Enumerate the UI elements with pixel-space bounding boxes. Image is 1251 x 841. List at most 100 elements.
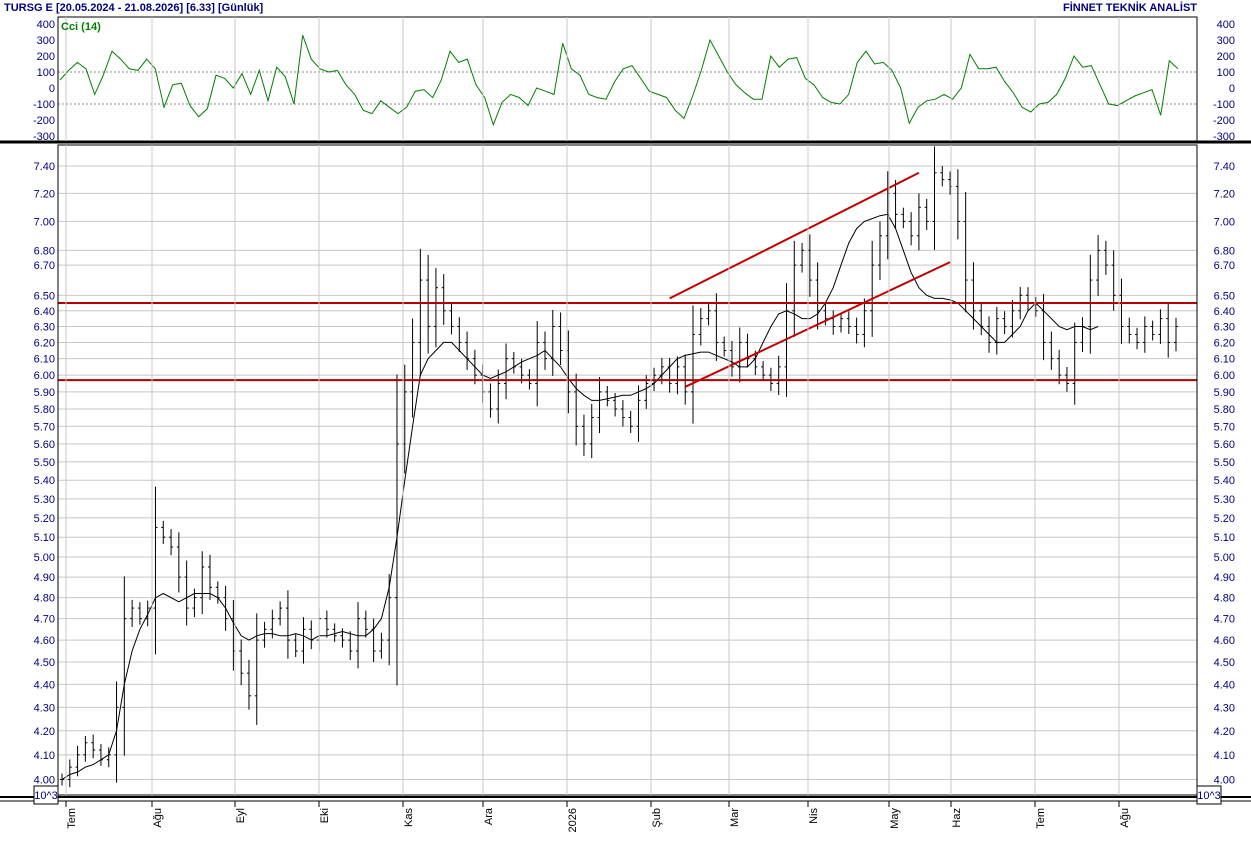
- price-y-tick-right: 4.40: [1214, 679, 1235, 691]
- price-y-tick-right: 4.30: [1214, 702, 1235, 714]
- price-y-tick-right: 4.80: [1214, 593, 1235, 605]
- price-y-tick-left: 5.10: [34, 532, 55, 544]
- price-y-tick-left: 5.90: [34, 387, 55, 399]
- price-y-tick-right: 6.50: [1214, 290, 1235, 302]
- x-axis-label: Şub: [651, 808, 663, 828]
- x-axis-label: Ağu: [152, 808, 164, 828]
- price-y-tick-left: 6.00: [34, 370, 55, 382]
- cci-y-tick-right: 100: [1217, 67, 1235, 79]
- price-y-tick-right: 5.00: [1214, 552, 1235, 564]
- x-axis-label: Tem: [66, 808, 78, 829]
- x-axis-label: Kas: [403, 808, 415, 827]
- price-y-tick-left: 6.30: [34, 321, 55, 333]
- price-y-tick-left: 4.10: [34, 750, 55, 762]
- x-axis-label: Tem: [1035, 808, 1047, 829]
- price-y-tick-left: 7.20: [34, 188, 55, 200]
- price-y-tick-right: 6.70: [1214, 260, 1235, 272]
- price-y-tick-right: 5.10: [1214, 532, 1235, 544]
- price-y-tick-left: 6.20: [34, 337, 55, 349]
- x-axis-label: Eki: [319, 808, 331, 823]
- price-y-tick-right: 6.80: [1214, 245, 1235, 257]
- price-y-tick-right: 6.30: [1214, 321, 1235, 333]
- volume-axis-label-right: 10^3: [1197, 790, 1221, 802]
- x-axis-label: Nis: [808, 808, 820, 824]
- price-y-tick-left: 5.60: [34, 439, 55, 451]
- price-y-tick-left: 4.90: [34, 572, 55, 584]
- price-y-tick-left: 4.50: [34, 657, 55, 669]
- price-y-tick-left: 5.80: [34, 404, 55, 416]
- price-y-tick-right: 4.70: [1214, 614, 1235, 626]
- price-y-tick-left: 4.80: [34, 593, 55, 605]
- cci-y-tick-left: 100: [37, 67, 55, 79]
- cci-frame: [57, 16, 1198, 142]
- price-y-tick-right: 4.60: [1214, 635, 1235, 647]
- cci-y-tick-right: 200: [1217, 51, 1235, 63]
- price-y-tick-left: 6.50: [34, 290, 55, 302]
- price-y-tick-left: 5.20: [34, 513, 55, 525]
- price-panel: 7.40 7.40 7.20 7.20 7.00 7.00 6.80 6.80 6.70 6.70…: [34, 146, 1235, 788]
- x-axis-label: Haz: [951, 808, 963, 828]
- price-y-tick-right: 6.40: [1214, 306, 1235, 318]
- price-y-tick-right: 7.00: [1214, 216, 1235, 228]
- x-axis-label: Ağu: [1119, 808, 1131, 828]
- x-axis: Tem Ağu Eyl Eki Kas Ara 2026 Şub Mar Nis May Haz Tem…: [65, 801, 1131, 832]
- price-y-tick-left: 6.80: [34, 245, 55, 257]
- price-y-tick-left: 4.20: [34, 726, 55, 738]
- price-y-tick-right: 5.40: [1214, 475, 1235, 487]
- price-y-tick-right: 6.20: [1214, 337, 1235, 349]
- price-frame: [57, 144, 1198, 796]
- price-y-tick-right: 4.10: [1214, 750, 1235, 762]
- price-y-tick-left: 4.60: [34, 635, 55, 647]
- price-y-tick-right: 4.90: [1214, 572, 1235, 584]
- price-y-tick-left: 4.30: [34, 702, 55, 714]
- cci-panel: 400 400 300 300 200 200 100 100 0 0 -100 -100 -200 -2…: [33, 19, 1235, 143]
- x-axis-label: Ara: [483, 807, 495, 825]
- price-y-tick-left: 4.40: [34, 679, 55, 691]
- volume-axis-label-left: 10^3: [34, 790, 58, 802]
- chart-header-title: TURSG E [20.05.2024 - 21.08.2026] [6.33]…: [4, 2, 264, 14]
- price-y-tick-right: 5.80: [1214, 404, 1235, 416]
- price-y-tick-right: 7.40: [1214, 161, 1235, 173]
- cci-y-tick-right: -200: [1213, 115, 1235, 127]
- cci-indicator-label: Cci (14): [61, 21, 101, 33]
- x-axis-label: Eyl: [235, 808, 247, 823]
- chart-header-brand: FİNNET TEKNİK ANALİST: [1062, 2, 1197, 14]
- price-y-tick-left: 5.30: [34, 494, 55, 506]
- price-y-tick-right: 5.70: [1214, 421, 1235, 433]
- cci-y-tick-left: 200: [37, 51, 55, 63]
- price-y-tick-left: 5.40: [34, 475, 55, 487]
- price-y-tick-right: 5.30: [1214, 494, 1235, 506]
- price-y-tick-left: 6.70: [34, 260, 55, 272]
- cci-series-line: [59, 35, 1179, 127]
- cci-y-tick-left: 400: [37, 19, 55, 31]
- price-y-tick-right: 5.20: [1214, 513, 1235, 525]
- price-y-tick-right: 4.00: [1214, 774, 1235, 786]
- price-y-tick-right: 4.20: [1214, 726, 1235, 738]
- price-y-tick-right: 5.60: [1214, 439, 1235, 451]
- price-y-tick-left: 6.10: [34, 354, 55, 366]
- price-y-tick-left: 7.40: [34, 161, 55, 173]
- cci-y-tick-right: 400: [1217, 19, 1235, 31]
- price-y-tick-right: 6.10: [1214, 354, 1235, 366]
- chart-canvas: 400 400 300 300 200 200 100 100 0 0 -100 -100 -200 -2…: [0, 16, 1251, 832]
- cci-y-tick-left: -100: [33, 99, 55, 111]
- price-y-tick-left: 4.70: [34, 614, 55, 626]
- x-axis-label: 2026: [567, 808, 579, 832]
- cci-y-tick-right: 0: [1229, 83, 1235, 95]
- price-y-tick-left: 5.70: [34, 421, 55, 433]
- price-y-tick-right: 5.90: [1214, 387, 1235, 399]
- x-axis-label: May: [889, 808, 901, 829]
- price-y-tick-right: 6.00: [1214, 370, 1235, 382]
- price-y-tick-left: 6.40: [34, 306, 55, 318]
- price-y-tick-left: 4.00: [34, 774, 55, 786]
- moving-average-line: [61, 213, 1099, 780]
- price-y-tick-right: 5.50: [1214, 457, 1235, 469]
- cci-y-tick-right: -100: [1213, 99, 1235, 111]
- price-y-tick-left: 7.00: [34, 216, 55, 228]
- cci-y-tick-right: 300: [1217, 35, 1235, 47]
- price-y-tick-left: 5.50: [34, 457, 55, 469]
- cci-y-tick-left: -200: [33, 115, 55, 127]
- cci-y-tick-left: 0: [49, 83, 55, 95]
- cci-y-tick-left: 300: [37, 35, 55, 47]
- price-y-tick-right: 7.20: [1214, 188, 1235, 200]
